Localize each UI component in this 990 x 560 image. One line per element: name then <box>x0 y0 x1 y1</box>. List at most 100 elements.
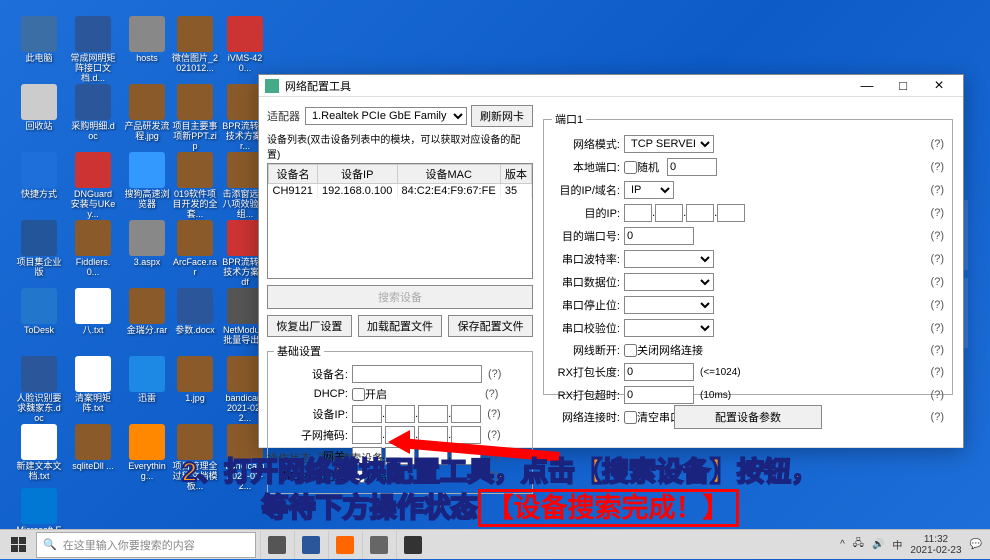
desktop-icon[interactable]: 项目管理全过程文档模板... <box>172 424 218 492</box>
icon-label: 此电脑 <box>16 54 62 64</box>
icon-label: 搜狗高速浏览器 <box>124 190 170 210</box>
desktop-icon[interactable]: ToDesk <box>16 288 62 336</box>
icon-label: DNGuard安装与UKey... <box>70 190 116 220</box>
desktop-icon[interactable]: 1.jpg <box>172 356 218 404</box>
desktop-icon[interactable]: 人脸识别要求魏家东.doc <box>16 356 62 424</box>
search-box[interactable]: 🔍 在这里输入你要搜索的内容 <box>36 532 256 558</box>
refresh-adapter-button[interactable]: 刷新网卡 <box>471 105 533 127</box>
taskview-button[interactable] <box>260 531 292 559</box>
disconnect-label: 网线断开: <box>552 342 624 358</box>
icon-label: 回收站 <box>16 122 62 132</box>
serialneg-checkbox[interactable] <box>352 470 365 483</box>
dhcp-label: DHCP: <box>274 388 352 400</box>
desktop-icon[interactable]: 八.txt <box>70 288 116 336</box>
notification-icon[interactable]: 💬 <box>970 539 982 550</box>
gw-3[interactable] <box>418 447 448 465</box>
icon-label: 清案明矩阵.txt <box>70 394 116 414</box>
desktop-icon[interactable]: 迅雷 <box>124 356 170 404</box>
desktop-icon[interactable]: 产品研发流程.jpg <box>124 84 170 142</box>
localport-input[interactable] <box>667 158 717 176</box>
search-device-button[interactable]: 搜索设备 <box>267 285 533 309</box>
taskbar-app-3[interactable] <box>362 531 394 559</box>
icon-label: 参数.docx <box>172 326 218 336</box>
ip-octet-3[interactable] <box>418 405 448 423</box>
tray-chevron-icon[interactable]: ^ <box>840 539 845 550</box>
desktop-icon[interactable]: 此电脑 <box>16 16 62 64</box>
rxlen-input[interactable] <box>624 363 694 381</box>
load-config-button[interactable]: 加载配置文件 <box>358 315 443 337</box>
desktop-icon[interactable]: hosts <box>124 16 170 64</box>
baud-select[interactable] <box>624 250 714 268</box>
ip-octet-4[interactable] <box>451 405 481 423</box>
desktop-icon[interactable]: 新建文本文档.txt <box>16 424 62 482</box>
desktop-icon[interactable]: 采购明细.doc <box>70 84 116 142</box>
desktop-icon[interactable]: 项目集企业版 <box>16 220 62 278</box>
taskbar-app-1[interactable] <box>294 531 326 559</box>
desktop-icon[interactable]: 搜狗高速浏览器 <box>124 152 170 210</box>
icon-label: 项目集企业版 <box>16 258 62 278</box>
desktop-icon[interactable]: 3.aspx <box>124 220 170 268</box>
taskbar-app-2[interactable] <box>328 531 360 559</box>
icon-label: 采购明细.doc <box>70 122 116 142</box>
ip-octet-1[interactable] <box>352 405 382 423</box>
file-icon <box>75 220 111 256</box>
minimize-button[interactable]: — <box>849 76 885 96</box>
desktop-icon[interactable]: sqliteDll ... <box>70 424 116 472</box>
taskbar-app-4[interactable] <box>396 531 428 559</box>
sub-3[interactable] <box>418 426 448 444</box>
device-row[interactable]: CH9121 192.168.0.100 84:C2:E4:F9:67:FE 3… <box>269 184 532 199</box>
clock[interactable]: 11:32 2021-02-23 <box>910 534 961 556</box>
desktop-icon[interactable]: iVMS-420... <box>222 16 268 74</box>
system-tray[interactable]: ^ 🖧 🔊 中 11:32 2021-02-23 💬 <box>840 534 990 556</box>
device-list[interactable]: 设备名 设备IP 设备MAC 版本 CH9121 192.168.0.100 8… <box>267 163 533 279</box>
disconnect-checkbox[interactable] <box>624 344 637 357</box>
adapter-select[interactable]: 1.Realtek PCIe GbE Family Cont <box>305 107 467 125</box>
close-button[interactable]: × <box>921 76 957 96</box>
desktop-icon[interactable]: 参数.docx <box>172 288 218 336</box>
sub-1[interactable] <box>352 426 382 444</box>
rxlen-label: RX打包长度: <box>552 364 624 380</box>
maximize-button[interactable]: □ <box>885 76 921 96</box>
dip-1[interactable] <box>624 204 652 222</box>
dip-3[interactable] <box>686 204 714 222</box>
tray-network-icon[interactable]: 🖧 <box>853 536 864 553</box>
dhcp-checkbox[interactable] <box>352 388 365 401</box>
desktop-icon[interactable]: Fiddlers.0... <box>70 220 116 278</box>
rxtimeout-input[interactable] <box>624 386 694 404</box>
random-checkbox[interactable] <box>624 161 637 174</box>
desktop-icon[interactable]: 快捷方式 <box>16 152 62 200</box>
databit-select[interactable] <box>624 273 714 291</box>
desktop-icon[interactable]: DNGuard安装与UKey... <box>70 152 116 220</box>
dip-2[interactable] <box>655 204 683 222</box>
desktop-icon[interactable]: ArcFace.rar <box>172 220 218 278</box>
file-icon <box>21 152 57 188</box>
stopbit-select[interactable] <box>624 296 714 314</box>
tray-ime-icon[interactable]: 中 <box>892 537 902 552</box>
sub-2[interactable] <box>385 426 415 444</box>
netmode-select[interactable]: TCP SERVER <box>624 135 714 153</box>
desktop-icon[interactable]: 常成网明矩阵接口文档.d... <box>70 16 116 84</box>
config-device-button[interactable]: 配置设备参数 <box>674 405 822 429</box>
save-config-button[interactable]: 保存配置文件 <box>448 315 533 337</box>
desktop-icon[interactable]: 回收站 <box>16 84 62 132</box>
desktop-icon[interactable]: 金瑞分.rar <box>124 288 170 336</box>
ip-octet-2[interactable] <box>385 405 415 423</box>
devname-input[interactable] <box>352 365 482 383</box>
desktop-icon[interactable]: 清案明矩阵.txt <box>70 356 116 414</box>
sub-4[interactable] <box>451 426 481 444</box>
icon-label: 迅雷 <box>124 394 170 404</box>
reconnect-checkbox[interactable] <box>624 411 637 424</box>
desktop-icon[interactable]: 微信图片_2021012... <box>172 16 218 74</box>
dip-4[interactable] <box>717 204 745 222</box>
destport-input[interactable] <box>624 227 694 245</box>
start-button[interactable] <box>0 530 36 560</box>
restore-button[interactable]: 恢复出厂设置 <box>267 315 352 337</box>
parity-select[interactable] <box>624 319 714 337</box>
destip-type-select[interactable]: IP <box>624 181 674 199</box>
baud-label: 串口波特率: <box>552 251 624 267</box>
desktop-icon[interactable]: Everything... <box>124 424 170 482</box>
desktop-icon[interactable]: 019软件项目开发的全套... <box>172 152 218 220</box>
tray-volume-icon[interactable]: 🔊 <box>872 539 884 550</box>
desktop-icon[interactable]: 项目主要事项新PPT.zip <box>172 84 218 152</box>
gw-4[interactable] <box>451 447 481 465</box>
